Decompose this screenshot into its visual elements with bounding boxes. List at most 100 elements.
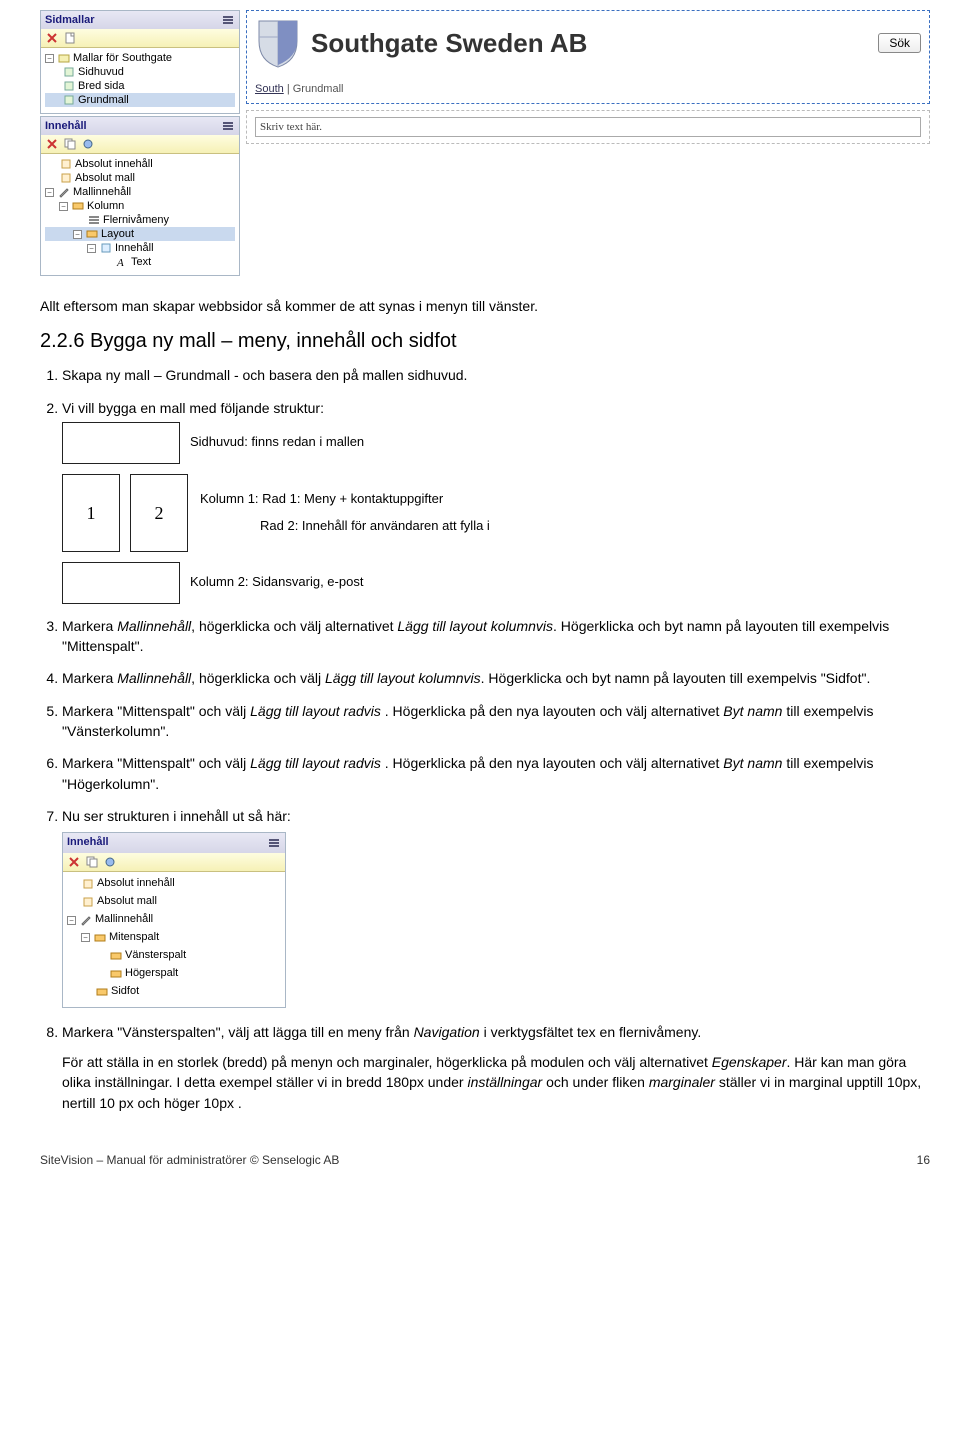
site-banner: Southgate Sweden AB Sök South | Grundmal…: [246, 10, 930, 104]
delete-icon[interactable]: [67, 855, 81, 869]
settings-icon[interactable]: [81, 137, 95, 151]
tree-item[interactable]: Absolut innehåll: [45, 157, 235, 171]
diagram-top-label: Sidhuvud: finns redan i mallen: [190, 433, 602, 452]
search-label: Sök: [889, 36, 910, 50]
tree-item[interactable]: Absolut mall: [45, 171, 235, 185]
brand-block: Southgate Sweden AB: [255, 17, 587, 69]
breadcrumb-current: Grundmall: [293, 83, 344, 95]
tree-item-label: Högerspalt: [125, 966, 178, 982]
write-area: [246, 110, 930, 144]
tree-item[interactable]: Absolut mall: [67, 893, 281, 911]
copy-icon[interactable]: [63, 137, 77, 151]
tree-item[interactable]: Absolut innehåll: [67, 875, 281, 893]
box-icon: [82, 878, 94, 890]
tree-item[interactable]: Vänsterspalt: [67, 947, 281, 965]
layout-icon: [94, 932, 106, 944]
copy-icon[interactable]: [85, 855, 99, 869]
list-item: Nu ser strukturen i innehåll ut så här: …: [62, 806, 930, 1008]
list-item: Markera Mallinnehåll, högerklicka och vä…: [62, 616, 930, 657]
step8-para: För att ställa in en storlek (bredd) på …: [62, 1052, 930, 1113]
search-button[interactable]: Sök: [878, 33, 921, 53]
tree-item[interactable]: Högerspalt: [67, 965, 281, 983]
tree-item-label: Mitenspalt: [109, 930, 159, 946]
collapse-icon[interactable]: −: [73, 230, 82, 239]
tree-item[interactable]: − Mitenspalt: [67, 929, 281, 947]
tree-item-label: Layout: [101, 228, 134, 240]
list-item: Markera "Mittenspalt" och välj Lägg till…: [62, 701, 930, 742]
settings-icon[interactable]: [103, 855, 117, 869]
breadcrumb-link[interactable]: South: [255, 83, 284, 95]
expand-icon[interactable]: −: [45, 54, 54, 63]
collapse-icon[interactable]: −: [45, 188, 54, 197]
template-icon: [63, 80, 75, 92]
tree-item[interactable]: Sidfot: [67, 983, 281, 1001]
intro-text: Allt eftersom man skapar webbsidor så ko…: [40, 296, 930, 316]
panel-menu-icon[interactable]: [221, 119, 235, 133]
layout-icon: [110, 968, 122, 980]
tree-item-label: Vänsterspalt: [125, 948, 186, 964]
collapse-icon[interactable]: −: [67, 916, 76, 925]
layout-icon: [72, 200, 84, 212]
innehall-title: Innehåll: [45, 120, 87, 132]
steps-list: Skapa ny mall – Grundmall - och basera d…: [40, 365, 930, 1113]
list-item: Skapa ny mall – Grundmall - och basera d…: [62, 365, 930, 385]
sidmallar-tree: − Mallar för Southgate Sidhuvud Bred sid…: [41, 48, 239, 113]
collapse-icon[interactable]: −: [87, 244, 96, 253]
tree-item[interactable]: − Mallinnehåll: [67, 911, 281, 929]
list-item: Markera "Mittenspalt" och välj Lägg till…: [62, 753, 930, 794]
diagram-col1: 1: [62, 474, 120, 552]
template-icon: [63, 66, 75, 78]
layout-diagram: Sidhuvud: finns redan i mallen 1 2 Kolum…: [62, 422, 602, 604]
delete-icon[interactable]: [45, 31, 59, 45]
top-ui-composite: Sidmallar − Mallar för Southgate: [40, 10, 930, 278]
tree-item[interactable]: −Mallinnehåll: [45, 185, 235, 199]
delete-icon[interactable]: [45, 137, 59, 151]
list-item: Markera Mallinnehåll, högerklicka och vä…: [62, 668, 930, 688]
tree-item-label: Bred sida: [78, 80, 124, 92]
innehall-panel-bottom: Innehåll Absolut innehåll Absolut mall −: [62, 832, 286, 1008]
content-icon: [100, 242, 112, 254]
tree-item-label: Absolut innehåll: [97, 876, 175, 892]
tree-item-label: Mallinnehåll: [95, 912, 153, 928]
sidmallar-header: Sidmallar: [41, 11, 239, 29]
tree-item-label: Sidfot: [111, 984, 139, 1000]
box-icon: [60, 172, 72, 184]
innehall-bottom-title: Innehåll: [67, 835, 109, 851]
new-icon[interactable]: [63, 31, 77, 45]
list-item: Vi vill bygga en mall med följande struk…: [62, 398, 930, 604]
diagram-bottom-label: Kolumn 2: Sidansvarig, e-post: [190, 573, 602, 592]
folder-icon: [58, 52, 70, 64]
tree-item[interactable]: Flernivåmeny: [45, 213, 235, 227]
page-number: 16: [917, 1153, 930, 1167]
innehall-toolbar: [41, 135, 239, 154]
tree-item[interactable]: − Layout: [45, 227, 235, 241]
panel-menu-icon[interactable]: [267, 836, 281, 850]
collapse-icon[interactable]: −: [59, 202, 68, 211]
tree-item[interactable]: −Kolumn: [45, 199, 235, 213]
tree-item[interactable]: − Mallar för Southgate: [45, 51, 235, 65]
document-content: Allt eftersom man skapar webbsidor så ko…: [40, 296, 930, 1113]
tree-item[interactable]: Bred sida: [45, 79, 235, 93]
diagram-col-labels: Kolumn 1: Rad 1: Meny + kontaktuppgifter…: [200, 490, 602, 536]
tree-item[interactable]: AText: [45, 255, 235, 269]
innehall-bottom-header: Innehåll: [63, 833, 285, 853]
tree-item-label: Mallar för Southgate: [73, 52, 172, 64]
panel-menu-icon[interactable]: [221, 13, 235, 27]
layout-icon: [96, 986, 108, 998]
innehall-panel: Innehåll Absolut innehåll Absolut mall −…: [40, 116, 240, 276]
menu-icon: [88, 214, 100, 226]
collapse-icon[interactable]: −: [81, 933, 90, 942]
tree-item-label: Absolut mall: [75, 172, 135, 184]
svg-text:A: A: [116, 257, 124, 268]
tree-item-label: Flernivåmeny: [103, 214, 169, 226]
section-heading: 2.2.6 Bygga ny mall – meny, innehåll och…: [40, 330, 930, 353]
write-text-input[interactable]: [255, 117, 921, 137]
sidmallar-panel: Sidmallar − Mallar för Southgate: [40, 10, 240, 114]
layout-icon: [110, 950, 122, 962]
box-icon: [82, 896, 94, 908]
footer-left: SiteVision – Manual för administratörer …: [40, 1153, 339, 1167]
pencil-icon: [58, 186, 70, 198]
tree-item[interactable]: Sidhuvud: [45, 65, 235, 79]
tree-item[interactable]: Grundmall: [45, 93, 235, 107]
tree-item[interactable]: −Innehåll: [45, 241, 235, 255]
